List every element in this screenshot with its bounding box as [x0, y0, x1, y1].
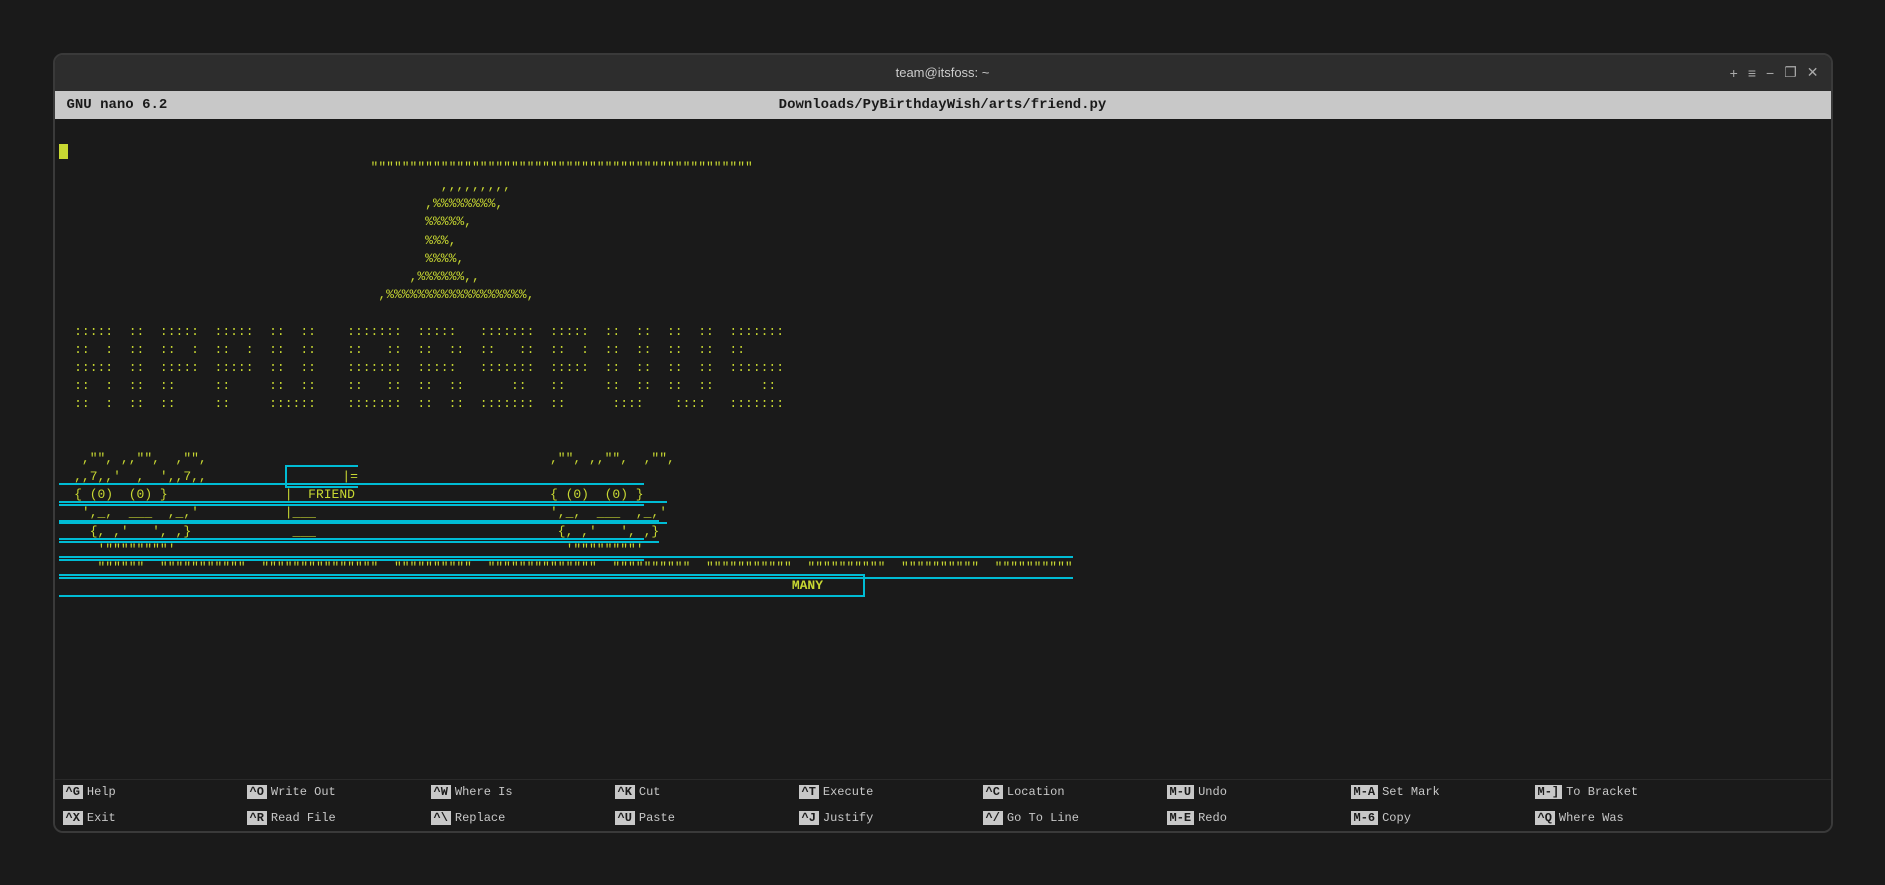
footer-exit: ^X Exit [63, 811, 223, 825]
footer-row-2: ^X Exit ^R Read File ^\ Replace ^U Paste… [55, 805, 1831, 831]
key-execute[interactable]: ^T [799, 785, 819, 799]
key-gotoline[interactable]: ^/ [983, 811, 1003, 825]
label-undo: Undo [1198, 785, 1227, 799]
label-readfile: Read File [271, 811, 336, 825]
key-replace[interactable]: ^\ [431, 811, 451, 825]
key-copy[interactable]: M-6 [1351, 811, 1379, 825]
key-tobracket[interactable]: M-] [1535, 785, 1563, 799]
label-whereis: Where Is [455, 785, 513, 799]
label-replace: Replace [455, 811, 505, 825]
key-exit[interactable]: ^X [63, 811, 83, 825]
footer-row-1: ^G Help ^O Write Out ^W Where Is ^K Cut … [55, 780, 1831, 806]
footer-setmark: M-A Set Mark [1351, 785, 1511, 799]
label-setmark: Set Mark [1382, 785, 1440, 799]
key-redo[interactable]: M-E [1167, 811, 1195, 825]
label-paste: Paste [639, 811, 675, 825]
footer-paste: ^U Paste [615, 811, 775, 825]
key-cut[interactable]: ^K [615, 785, 635, 799]
nano-version: GNU nano 6.2 [67, 97, 168, 113]
nano-filename: Downloads/PyBirthdayWish/arts/friend.py [779, 97, 1107, 113]
key-wherewas[interactable]: ^Q [1535, 811, 1555, 825]
key-paste[interactable]: ^U [615, 811, 635, 825]
key-justify[interactable]: ^J [799, 811, 819, 825]
ascii-content: """"""""""""""""""""""""""""""""""""""""… [59, 160, 1073, 630]
footer-wherewas: ^Q Where Was [1535, 811, 1695, 825]
close-btn[interactable]: ✕ [1807, 64, 1819, 81]
nano-footer: ^G Help ^O Write Out ^W Where Is ^K Cut … [55, 779, 1831, 831]
footer-justify: ^J Justify [799, 811, 959, 825]
label-cut: Cut [639, 785, 661, 799]
footer-redo: M-E Redo [1167, 811, 1327, 825]
nano-header: GNU nano 6.2 Downloads/PyBirthdayWish/ar… [55, 91, 1831, 119]
titlebar: team@itsfoss: ~ + ≡ − ❐ ✕ [55, 55, 1831, 91]
key-location[interactable]: ^C [983, 785, 1003, 799]
key-readfile[interactable]: ^R [247, 811, 267, 825]
titlebar-title: team@itsfoss: ~ [896, 65, 990, 80]
label-wherewas: Where Was [1559, 811, 1624, 825]
label-help: Help [87, 785, 116, 799]
label-gotoline: Go To Line [1007, 811, 1079, 825]
label-copy: Copy [1382, 811, 1411, 825]
footer-location: ^C Location [983, 785, 1143, 799]
footer-readfile: ^R Read File [247, 811, 407, 825]
label-exit: Exit [87, 811, 116, 825]
key-writeout[interactable]: ^O [247, 785, 267, 799]
cursor [59, 144, 68, 159]
footer-tobracket: M-] To Bracket [1535, 785, 1695, 799]
footer-whereis: ^W Where Is [431, 785, 591, 799]
footer-replace: ^\ Replace [431, 811, 591, 825]
key-help[interactable]: ^G [63, 785, 83, 799]
key-undo[interactable]: M-U [1167, 785, 1195, 799]
footer-execute: ^T Execute [799, 785, 959, 799]
terminal-window: team@itsfoss: ~ + ≡ − ❐ ✕ GNU nano 6.2 D… [53, 53, 1833, 833]
label-redo: Redo [1198, 811, 1227, 825]
footer-cut: ^K Cut [615, 785, 775, 799]
footer-writeout: ^O Write Out [247, 785, 407, 799]
nano-content[interactable]: """"""""""""""""""""""""""""""""""""""""… [55, 119, 1831, 779]
footer-undo: M-U Undo [1167, 785, 1327, 799]
label-execute: Execute [823, 785, 873, 799]
footer-copy: M-6 Copy [1351, 811, 1511, 825]
maximize-btn[interactable]: ❐ [1784, 64, 1797, 81]
key-setmark[interactable]: M-A [1351, 785, 1379, 799]
label-writeout: Write Out [271, 785, 336, 799]
key-whereis[interactable]: ^W [431, 785, 451, 799]
add-btn[interactable]: + [1730, 65, 1738, 81]
footer-help: ^G Help [63, 785, 223, 799]
menu-btn[interactable]: ≡ [1748, 65, 1756, 81]
label-location: Location [1007, 785, 1065, 799]
label-justify: Justify [823, 811, 873, 825]
footer-gotoline: ^/ Go To Line [983, 811, 1143, 825]
label-tobracket: To Bracket [1566, 785, 1638, 799]
minimize-btn[interactable]: − [1766, 65, 1774, 81]
window-controls[interactable]: + ≡ − ❐ ✕ [1730, 64, 1819, 81]
